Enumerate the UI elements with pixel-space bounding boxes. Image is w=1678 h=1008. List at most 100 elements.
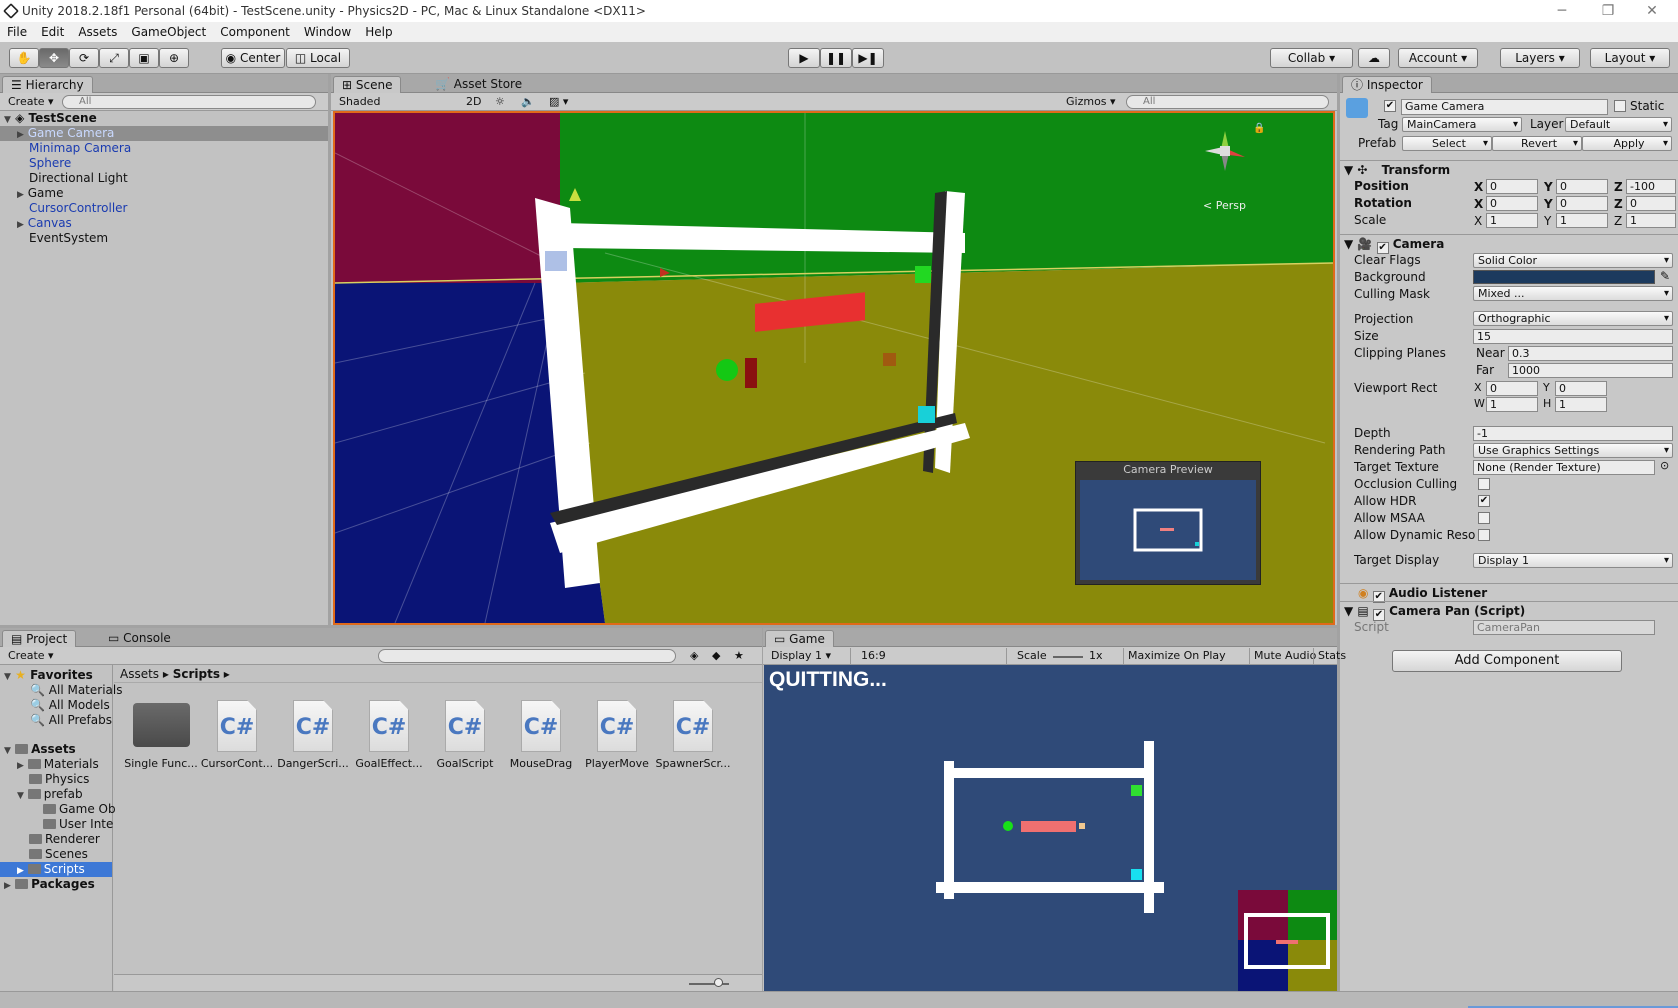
target-display-dropdown[interactable]: Display 1 [1473,553,1673,568]
hierarchy-item[interactable]: ▶ Game Camera [0,126,328,141]
audio-listener-header[interactable]: ◉ ✔ Audio Listener [1340,583,1678,603]
position-z-field[interactable]: -100 [1626,179,1676,194]
rotate-tool-icon[interactable]: ⟳ [69,48,99,68]
menu-window[interactable]: Window [297,25,358,39]
folder-large-icon[interactable] [133,703,190,747]
menu-file[interactable]: File [0,25,34,39]
pivot-local-button[interactable]: ◫ Local [286,48,350,68]
scene-2d-toggle[interactable]: 2D [462,94,485,110]
tab-scene[interactable]: ⊞ Scene [333,76,402,93]
favorite-item[interactable]: 🔍 All Prefabs [30,713,112,728]
folder-item[interactable]: Renderer [29,832,100,847]
filter-type-icon[interactable]: ◈ [686,648,702,664]
project-create-button[interactable]: Create ▾ [4,648,58,664]
tab-console[interactable]: ▭ Console [100,630,179,647]
collab-button[interactable]: Collab ▾ [1270,48,1353,68]
favorites-node[interactable]: ▼ ★ Favorites [4,668,93,683]
breadcrumb-assets[interactable]: Assets [120,667,159,681]
object-picker-icon[interactable]: ⊙ [1660,459,1669,472]
target-texture-field[interactable]: None (Render Texture) [1473,460,1655,475]
csharp-script-icon[interactable]: C# [293,700,333,752]
csharp-script-icon[interactable]: C# [217,700,257,752]
icon-size-slider[interactable] [689,983,729,985]
viewport-y-field[interactable]: 0 [1555,381,1607,396]
prefab-apply-button[interactable]: Apply [1582,136,1672,151]
near-plane-field[interactable]: 0.3 [1508,346,1673,361]
hierarchy-item[interactable]: EventSystem [0,231,328,246]
csharp-script-icon[interactable]: C# [597,700,637,752]
hierarchy-item[interactable]: Sphere [0,156,328,171]
effects-toggle-icon[interactable]: ▨ ▾ [545,94,572,110]
rotation-z-field[interactable]: 0 [1626,196,1676,211]
shading-mode-dropdown[interactable]: Shaded [335,94,455,110]
projection-dropdown[interactable]: Orthographic [1473,311,1673,326]
hierarchy-item[interactable]: Minimap Camera [0,141,328,156]
active-checkbox[interactable]: ✔ [1384,100,1396,112]
rotation-x-field[interactable]: 0 [1486,196,1538,211]
layout-dropdown[interactable]: Layout ▾ [1590,48,1670,68]
packages-node[interactable]: ▶ Packages [4,877,95,892]
camera-header[interactable]: ▼ 🎥 ✔ Camera [1340,234,1678,254]
hierarchy-item[interactable]: CursorController [0,201,328,216]
display-dropdown[interactable]: Display 1 ▾ [767,648,851,664]
hand-tool-icon[interactable]: ✋ [9,48,39,68]
prefab-select-button[interactable]: Select [1402,136,1492,151]
transform-tool-icon[interactable]: ⊕ [159,48,189,68]
menu-assets[interactable]: Assets [71,25,124,39]
project-search-input[interactable] [378,649,676,663]
tab-project[interactable]: ▤ Project [2,630,77,647]
camera-pan-header[interactable]: ▼ ▤ ✔ Camera Pan (Script) [1340,601,1678,621]
layers-dropdown[interactable]: Layers ▾ [1500,48,1580,68]
tab-hierarchy[interactable]: ☰ Hierarchy [2,76,93,93]
breadcrumb-scripts[interactable]: Scripts [173,667,220,681]
csharp-script-icon[interactable]: C# [369,700,409,752]
layer-dropdown[interactable]: Default [1565,117,1672,132]
lighting-toggle-icon[interactable]: ☼ [491,94,509,110]
lock-icon[interactable]: 🔒 [1253,123,1265,134]
clear-flags-dropdown[interactable]: Solid Color [1473,253,1673,268]
aspect-dropdown[interactable]: 16:9 [857,648,1007,664]
expand-triangle-icon[interactable]: ▼ [4,115,11,125]
step-button-icon[interactable]: ▶❚ [852,48,884,68]
allow-msaa-checkbox[interactable] [1478,512,1490,524]
add-component-button[interactable]: Add Component [1392,650,1622,672]
assets-node[interactable]: ▼ Assets [4,742,76,757]
folder-item[interactable]: Game Ob [43,802,116,817]
mute-audio-toggle[interactable]: Mute Audio [1249,648,1320,664]
scene-search-input[interactable]: All [1126,95,1329,109]
expand-triangle-icon[interactable]: ▶ [17,190,24,200]
rendering-path-dropdown[interactable]: Use Graphics Settings [1473,443,1673,458]
scale-tool-icon[interactable]: ⤢ [99,48,129,68]
hierarchy-item[interactable]: Directional Light [0,171,328,186]
menu-component[interactable]: Component [213,25,297,39]
filter-label-icon[interactable]: ◆ [708,648,724,664]
play-button-icon[interactable]: ▶ [788,48,820,68]
maximize-icon[interactable]: ❐ [1586,0,1630,22]
csharp-script-icon[interactable]: C# [445,700,485,752]
background-color-swatch[interactable] [1473,270,1655,284]
allow-hdr-checkbox[interactable]: ✔ [1478,495,1490,507]
folder-item[interactable]: ▼ prefab [17,787,83,802]
culling-mask-dropdown[interactable]: Mixed ... [1473,286,1673,301]
eyedropper-icon[interactable]: ✎ [1660,269,1670,283]
tab-inspector[interactable]: ⓘ Inspector [1342,76,1432,93]
scene-viewport[interactable]: < Persp 🔒 Camera Preview [333,111,1335,625]
scale-slider[interactable] [1053,656,1083,658]
move-tool-icon[interactable]: ✥ [39,48,69,68]
size-field[interactable]: 15 [1473,329,1673,344]
depth-field[interactable]: -1 [1473,426,1673,441]
cloud-icon[interactable]: ☁ [1358,48,1390,68]
hierarchy-create-button[interactable]: Create ▾ [4,94,58,110]
account-dropdown[interactable]: Account ▾ [1398,48,1478,68]
scene-root[interactable]: ▼ ◈ TestScene [0,111,328,126]
folder-item-selected[interactable]: ▶ Scripts [0,862,112,877]
minimize-icon[interactable]: ─ [1540,0,1584,22]
favorite-item[interactable]: 🔍 All Materials [30,683,122,698]
gizmos-dropdown[interactable]: Gizmos ▾ [1062,94,1120,110]
hierarchy-search-input[interactable]: All [62,95,316,109]
tab-asset-store[interactable]: 🛒 Asset Store [427,76,530,93]
csharp-script-icon[interactable]: C# [673,700,713,752]
menu-gameobject[interactable]: GameObject [124,25,213,39]
viewport-w-field[interactable]: 1 [1486,397,1538,412]
expand-triangle-icon[interactable]: ▶ [17,220,24,230]
